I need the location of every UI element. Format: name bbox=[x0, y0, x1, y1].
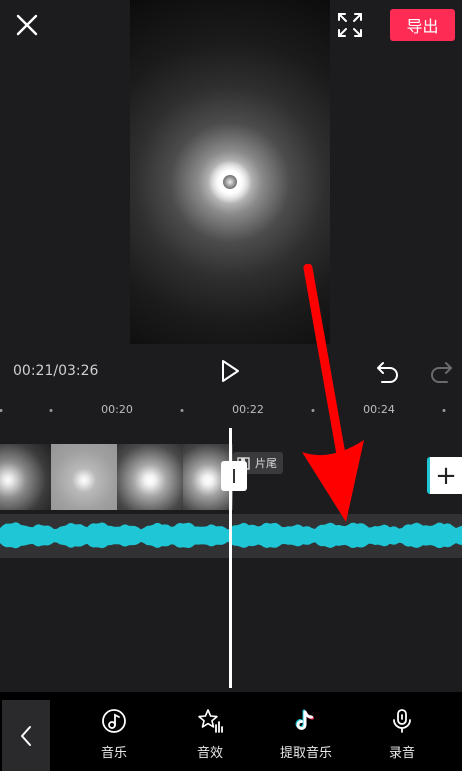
redo-icon bbox=[431, 362, 452, 383]
play-icon[interactable] bbox=[218, 358, 242, 384]
ending-label: 片尾 bbox=[255, 457, 277, 470]
music-note-icon bbox=[102, 709, 126, 733]
toolbar-item-sound-effect[interactable]: 音效 bbox=[165, 708, 255, 761]
video-thumbnail bbox=[117, 444, 183, 510]
light-bulb-image bbox=[223, 175, 237, 189]
timeline-ruler[interactable]: 00:20 00:22 00:24 bbox=[0, 396, 462, 424]
toolbar-item-music[interactable]: 音乐 bbox=[69, 708, 159, 761]
toolbar-label: 音效 bbox=[196, 746, 223, 761]
tiktok-icon bbox=[295, 709, 314, 730]
microphone-icon bbox=[393, 709, 411, 733]
add-clip-button[interactable]: + bbox=[427, 457, 462, 494]
ruler-dot bbox=[180, 409, 184, 412]
playhead[interactable] bbox=[229, 428, 232, 688]
fullscreen-icon[interactable] bbox=[336, 11, 364, 39]
export-label: 导出 bbox=[406, 17, 439, 36]
ruler-label: 00:20 bbox=[101, 403, 133, 416]
export-button[interactable]: 导出 bbox=[390, 9, 455, 41]
add-icon: + bbox=[435, 460, 457, 491]
back-button[interactable] bbox=[2, 700, 50, 771]
toolbar-item-record[interactable]: 录音 bbox=[357, 708, 447, 761]
toolbar-item-extract-music[interactable]: 提取音乐 bbox=[261, 708, 351, 761]
ruler-dot bbox=[0, 409, 3, 412]
ruler-dot bbox=[49, 409, 53, 412]
sound-effect-icon bbox=[198, 709, 223, 733]
ruler-dot bbox=[442, 409, 446, 412]
chevron-left-icon bbox=[21, 725, 31, 746]
video-thumbnail bbox=[0, 444, 51, 510]
video-thumbnail bbox=[51, 444, 117, 510]
toolbar-label: 提取音乐 bbox=[279, 746, 332, 761]
ruler-label: 00:22 bbox=[232, 403, 264, 416]
clip-trim-handle[interactable] bbox=[221, 461, 247, 491]
timecode: 00:21/03:26 bbox=[13, 363, 99, 379]
close-icon[interactable] bbox=[12, 10, 42, 40]
toolbar-label: 音乐 bbox=[100, 746, 127, 761]
toolbar-label: 录音 bbox=[388, 746, 415, 761]
annotation-arrow-icon bbox=[302, 264, 364, 522]
